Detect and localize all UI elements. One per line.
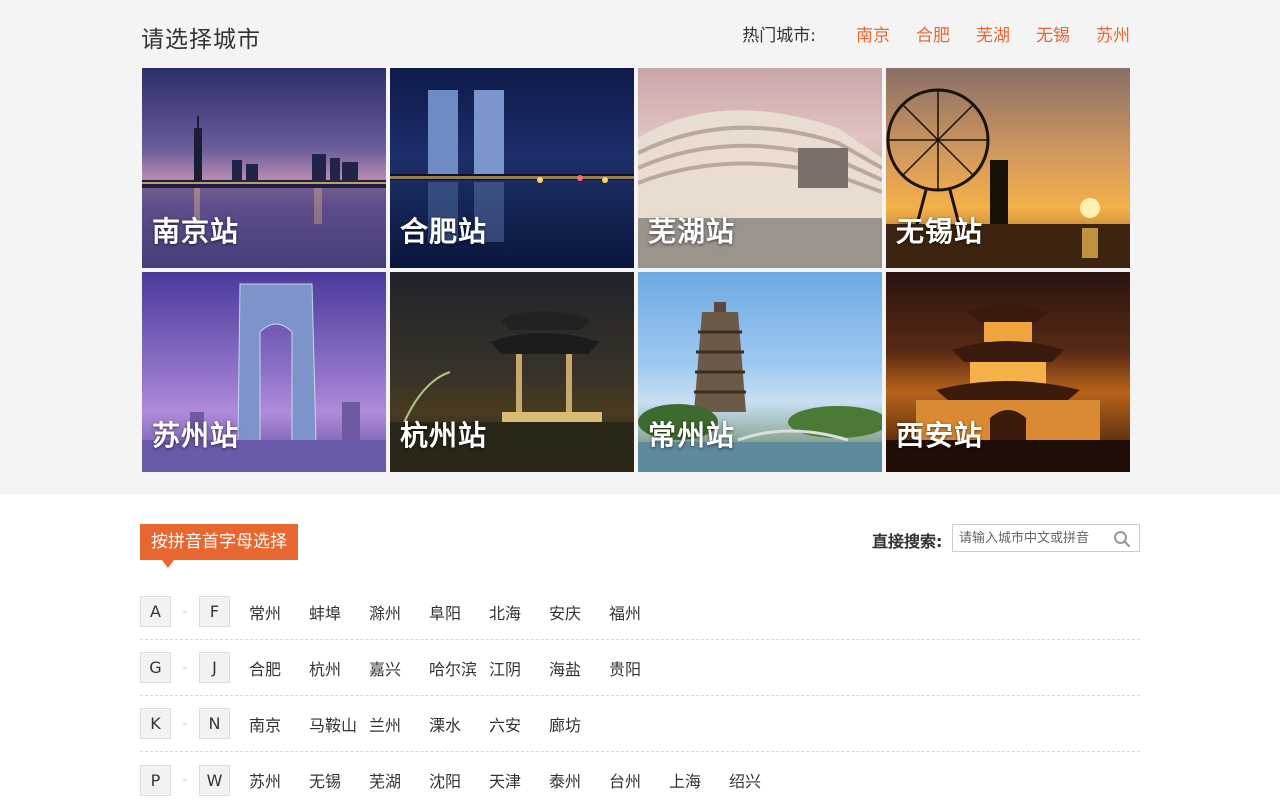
- letter-to: W: [199, 764, 230, 796]
- city-link[interactable]: 苏州: [249, 768, 309, 792]
- pinyin-row: K - N 南京 马鞍山 兰州 溧水 六安 廊坊: [140, 696, 1140, 752]
- range-dash: -: [182, 603, 188, 620]
- city-link[interactable]: 海盐: [549, 656, 609, 680]
- city-link[interactable]: 北海: [489, 600, 549, 624]
- city-link[interactable]: 天津: [489, 768, 549, 792]
- city-link[interactable]: 台州: [609, 768, 669, 792]
- city-link[interactable]: 合肥: [249, 656, 309, 680]
- city-link[interactable]: 安庆: [549, 600, 609, 624]
- city-link[interactable]: 廊坊: [549, 712, 609, 736]
- city-link[interactable]: 溧水: [429, 712, 489, 736]
- city-list: 南京 马鞍山 兰州 溧水 六安 廊坊: [249, 712, 609, 736]
- range-dash: -: [182, 772, 188, 788]
- station-name: 合肥站: [400, 215, 488, 248]
- letter-to: J: [199, 652, 230, 683]
- pinyin-select-badge: 按拼音首字母选择: [140, 524, 298, 568]
- city-link[interactable]: 嘉兴: [369, 656, 429, 680]
- search-input[interactable]: [953, 525, 1103, 551]
- station-name: 无锡站: [896, 215, 984, 248]
- city-picker-top: 请选择城市 热门城市: 南京 合肥 芜湖 无锡 苏州 南京站 合肥站 芜湖站 无…: [0, 0, 1280, 494]
- page-title: 请选择城市: [141, 27, 261, 53]
- city-link[interactable]: 福州: [609, 600, 669, 624]
- station-tile[interactable]: 苏州站: [142, 272, 386, 472]
- letter-from: P: [140, 764, 171, 796]
- station-name: 苏州站: [152, 419, 240, 452]
- city-link[interactable]: 马鞍山: [309, 712, 369, 736]
- hot-city-link[interactable]: 合肥: [916, 21, 950, 46]
- city-link[interactable]: 兰州: [369, 712, 429, 736]
- letter-from: K: [140, 708, 171, 739]
- hot-city-link[interactable]: 无锡: [1036, 21, 1070, 46]
- city-link[interactable]: 上海: [669, 768, 729, 792]
- station-tile[interactable]: 常州站: [638, 272, 882, 472]
- hot-city-link[interactable]: 南京: [856, 21, 890, 46]
- hot-cities: 热门城市: 南京 合肥 芜湖 无锡 苏州: [742, 20, 1130, 46]
- city-link[interactable]: 蚌埠: [309, 600, 369, 624]
- station-tile[interactable]: 西安站: [886, 272, 1130, 472]
- station-tile[interactable]: 南京站: [142, 68, 386, 268]
- city-list: 苏州 无锡 芜湖 沈阳 天津 泰州 台州 上海 绍兴: [249, 768, 789, 792]
- city-link[interactable]: 南京: [249, 712, 309, 736]
- city-link[interactable]: 常州: [249, 600, 309, 624]
- city-link[interactable]: 芜湖: [369, 768, 429, 792]
- station-name: 南京站: [152, 215, 240, 248]
- city-list: 常州 蚌埠 滁州 阜阳 北海 安庆 福州: [249, 600, 669, 624]
- city-link[interactable]: 无锡: [309, 768, 369, 792]
- search-box: [952, 524, 1140, 552]
- pinyin-groups: A - F 常州 蚌埠 滁州 阜阳 北海 安庆 福州 G - J 合肥 杭州 嘉…: [140, 584, 1140, 800]
- pinyin-row: P - W 苏州 无锡 芜湖 沈阳 天津 泰州 台州 上海 绍兴: [140, 752, 1140, 800]
- city-link[interactable]: 杭州: [309, 656, 369, 680]
- station-name: 芜湖站: [648, 215, 736, 248]
- letter-to: F: [199, 596, 230, 627]
- city-link[interactable]: 江阴: [489, 656, 549, 680]
- station-tile[interactable]: 无锡站: [886, 68, 1130, 268]
- city-link[interactable]: 贵阳: [609, 656, 669, 680]
- station-name: 常州站: [648, 419, 736, 452]
- station-name: 杭州站: [400, 419, 488, 452]
- city-link[interactable]: 滁州: [369, 600, 429, 624]
- pinyin-row: A - F 常州 蚌埠 滁州 阜阳 北海 安庆 福州: [140, 584, 1140, 640]
- letter-from: G: [140, 652, 171, 683]
- station-tile[interactable]: 杭州站: [390, 272, 634, 472]
- hot-city-link[interactable]: 苏州: [1096, 21, 1130, 46]
- station-tile[interactable]: 芜湖站: [638, 68, 882, 268]
- station-grid: 南京站 合肥站 芜湖站 无锡站 苏州站 杭州站 常州站 西安站: [142, 68, 1130, 472]
- letter-from: A: [140, 596, 171, 627]
- city-link[interactable]: 沈阳: [429, 768, 489, 792]
- city-link[interactable]: 阜阳: [429, 600, 489, 624]
- letter-to: N: [199, 708, 230, 739]
- city-link[interactable]: 泰州: [549, 768, 609, 792]
- search-icon[interactable]: [1113, 530, 1131, 548]
- range-dash: -: [182, 715, 188, 732]
- station-name: 西安站: [896, 419, 984, 452]
- city-list: 合肥 杭州 嘉兴 哈尔滨 江阴 海盐 贵阳: [249, 656, 669, 680]
- city-link[interactable]: 六安: [489, 712, 549, 736]
- pinyin-row: G - J 合肥 杭州 嘉兴 哈尔滨 江阴 海盐 贵阳: [140, 640, 1140, 696]
- hot-city-link[interactable]: 芜湖: [976, 21, 1010, 46]
- city-link[interactable]: 绍兴: [729, 768, 789, 792]
- station-tile[interactable]: 合肥站: [390, 68, 634, 268]
- hot-cities-label: 热门城市:: [742, 25, 816, 46]
- pinyin-section: 按拼音首字母选择 直接搜索: A - F 常州 蚌埠 滁州 阜阳 北海 安庆 福…: [0, 494, 1280, 800]
- search-label: 直接搜索:: [872, 532, 943, 551]
- range-dash: -: [182, 659, 188, 676]
- city-link[interactable]: 哈尔滨: [429, 656, 489, 680]
